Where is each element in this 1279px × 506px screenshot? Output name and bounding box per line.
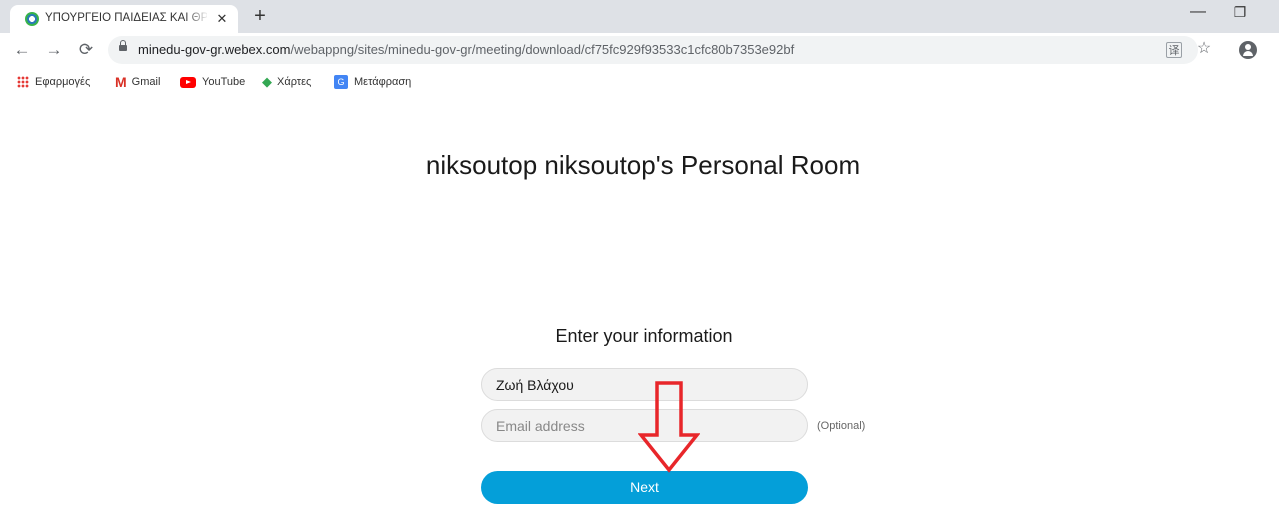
bookmark-label: YouTube [202,76,246,88]
tab-close-icon[interactable]: ✕ [214,11,230,27]
star-icon[interactable]: ☆ [1194,39,1214,59]
url-host: minedu-gov-gr.webex.com [138,42,291,57]
bookmark-label: Χάρτες [277,76,312,88]
bookmark-maps[interactable]: ◆ Χάρτες [262,74,311,90]
apps-grid-icon [17,76,29,89]
youtube-icon [180,76,196,88]
bookmark-label: Μετάφραση [354,76,412,88]
window-minimize-button[interactable]: — [1186,2,1210,22]
bookmark-youtube[interactable]: YouTube [180,74,245,90]
webex-join-page: niksoutop niksoutop's Personal Room Ente… [0,95,1279,506]
browser-tabstrip: ΥΠΟΥΡΓΕΙΟ ΠΑΙΔΕΙΑΣ ΚΑΙ ΘΡΗΣΚ ✕ + — ❐ [0,0,1279,33]
bookmark-apps[interactable]: Εφαρμογές [17,74,90,90]
bookmark-translate[interactable]: G Μετάφραση [334,74,411,90]
reload-icon[interactable]: ⟳ [74,38,98,62]
browser-toolbar: ← → ⟳ minedu-gov-gr.webex.com/webappng/s… [0,33,1279,69]
red-arrow-annotation-icon [638,381,700,473]
form-heading: Enter your information [555,326,733,346]
address-bar[interactable]: minedu-gov-gr.webex.com/webappng/sites/m… [108,36,1211,64]
tab-title: ΥΠΟΥΡΓΕΙΟ ΠΑΙΔΕΙΑΣ ΚΑΙ ΘΡΗΣΚ [45,12,207,24]
account-icon[interactable] [1239,41,1257,59]
new-tab-button[interactable]: + [250,6,270,26]
bookmark-label: Gmail [131,76,161,88]
webex-favicon-icon [25,12,39,26]
gmail-icon: M [115,74,127,91]
optional-label: (Optional) [817,420,866,432]
bookmark-gmail[interactable]: M Gmail [115,74,160,90]
window-restore-button[interactable]: ❐ [1228,2,1252,22]
back-arrow-icon[interactable]: ← [10,38,34,62]
next-button[interactable]: Next [481,471,808,504]
translate-bookmark-icon: G [334,75,348,90]
translate-icon[interactable]: 译 [1166,42,1182,58]
browser-tab-active[interactable]: ΥΠΟΥΡΓΕΙΟ ΠΑΙΔΕΙΑΣ ΚΑΙ ΘΡΗΣΚ ✕ [10,5,238,33]
url-text[interactable]: minedu-gov-gr.webex.com/webappng/sites/m… [138,42,794,57]
page-title: niksoutop niksoutop's Personal Room [425,150,861,180]
url-path: /webappng/sites/minedu-gov-gr/meeting/do… [290,42,795,57]
bookmarks-bar: Εφαρμογές M Gmail YouTube ◆ Χάρτες G Μετάφρ… [0,69,1279,95]
maps-icon: ◆ [262,74,272,90]
lock-icon[interactable] [119,40,127,51]
bookmark-label: Εφαρμογές [35,76,91,88]
forward-arrow-icon[interactable]: → [42,38,66,62]
tab-title-fade [185,9,209,29]
